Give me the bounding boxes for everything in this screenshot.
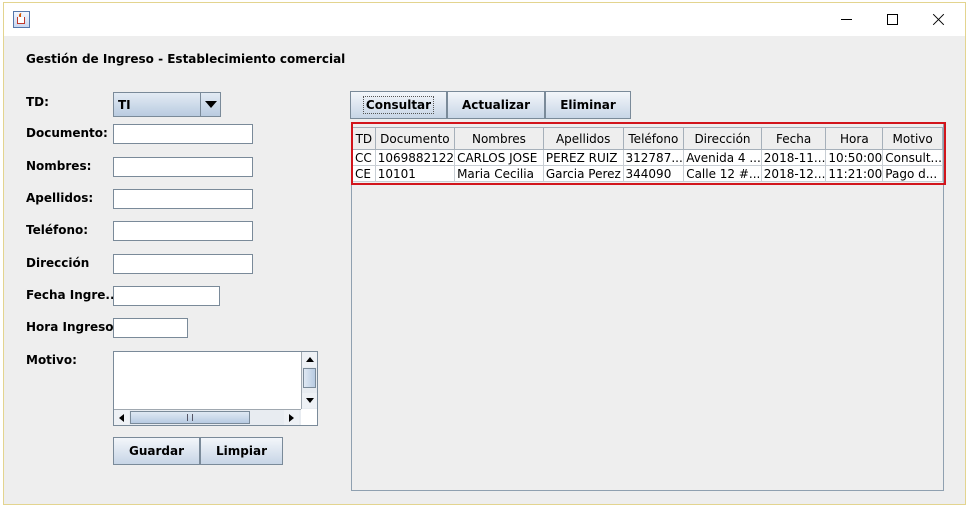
- td-dropdown-button[interactable]: [200, 93, 220, 116]
- table-row[interactable]: CC 1069882122 CARLOS JOSE PEREZ RUIZ 312…: [352, 149, 943, 166]
- column-header[interactable]: Documento: [374, 127, 456, 150]
- grip-icon: [187, 414, 193, 421]
- table-cell[interactable]: 2018-12...: [760, 165, 827, 182]
- table-cell[interactable]: Calle 12 #...: [683, 165, 762, 182]
- consultar-button-label: Consultar: [362, 96, 435, 114]
- maximize-icon: [886, 14, 898, 25]
- nombres-label: Nombres:: [26, 159, 92, 173]
- table-cell[interactable]: PEREZ RUIZ: [542, 149, 624, 166]
- guardar-button[interactable]: Guardar: [113, 437, 200, 465]
- table-cell[interactable]: CE: [352, 165, 376, 182]
- motivo-vertical-scrollbar[interactable]: [301, 352, 317, 409]
- apellidos-label: Apellidos:: [26, 191, 94, 205]
- consultar-button[interactable]: Consultar: [350, 91, 447, 119]
- table-row[interactable]: CE 10101 Maria Cecilia Garcia Perez 3440…: [352, 165, 943, 182]
- java-app-icon: [13, 11, 30, 28]
- motivo-textarea[interactable]: [113, 351, 318, 426]
- chevron-down-icon: [204, 101, 217, 108]
- arrow-right-icon: [289, 413, 294, 422]
- column-header[interactable]: Apellidos: [542, 127, 624, 150]
- td-label: TD:: [26, 95, 49, 109]
- table-cell[interactable]: 11:21:00: [825, 165, 884, 182]
- scroll-up-button[interactable]: [302, 352, 317, 367]
- minimize-icon: [840, 19, 852, 20]
- hora-ingreso-field[interactable]: [113, 318, 188, 338]
- limpiar-button[interactable]: Limpiar: [200, 437, 283, 465]
- table-cell[interactable]: Maria Cecilia: [454, 165, 544, 182]
- records-table[interactable]: TD Documento Nombres Apellidos Teléfono …: [352, 127, 943, 182]
- arrow-left-icon: [119, 413, 124, 422]
- app-window: Gestión de Ingreso - Establecimiento com…: [3, 2, 966, 505]
- table-cell[interactable]: Avenida 4 ...: [683, 149, 762, 166]
- actualizar-button-label: Actualizar: [461, 98, 530, 112]
- horizontal-scroll-thumb[interactable]: [130, 411, 250, 424]
- table-cell[interactable]: 344090: [622, 165, 685, 182]
- scroll-left-button[interactable]: [114, 410, 129, 425]
- direccion-label: Dirección: [26, 256, 90, 270]
- table-cell[interactable]: CARLOS JOSE: [454, 149, 544, 166]
- records-scroll-pane[interactable]: TD Documento Nombres Apellidos Teléfono …: [351, 122, 944, 491]
- table-cell[interactable]: Consult...: [882, 149, 943, 166]
- td-selected-value: TI: [118, 98, 131, 112]
- fecha-ingreso-label: Fecha Ingre...: [26, 288, 120, 302]
- column-header[interactable]: Motivo: [882, 127, 943, 150]
- table-cell[interactable]: 1069882122: [374, 149, 456, 166]
- vertical-scroll-thumb[interactable]: [303, 368, 316, 388]
- motivo-horizontal-scrollbar[interactable]: [114, 409, 301, 425]
- close-icon: [932, 13, 945, 26]
- arrow-down-icon: [305, 398, 314, 403]
- table-cell[interactable]: CC: [352, 149, 376, 166]
- column-header[interactable]: Nombres: [454, 127, 544, 150]
- column-header[interactable]: Dirección: [683, 127, 762, 150]
- guardar-button-label: Guardar: [128, 444, 184, 458]
- table-cell[interactable]: 10101: [374, 165, 456, 182]
- scroll-down-button[interactable]: [302, 393, 317, 408]
- hora-ingreso-label: Hora Ingreso:: [26, 320, 119, 334]
- table-cell[interactable]: 312787...: [622, 149, 685, 166]
- column-header[interactable]: TD: [352, 127, 376, 150]
- table-cell[interactable]: Pago d...: [882, 165, 943, 182]
- column-header[interactable]: Hora: [825, 127, 884, 150]
- table-cell[interactable]: 10:50:00: [825, 149, 884, 166]
- fecha-ingreso-field[interactable]: [113, 286, 220, 306]
- minimize-button[interactable]: [823, 3, 869, 36]
- table-header-row: TD Documento Nombres Apellidos Teléfono …: [352, 127, 943, 150]
- eliminar-button[interactable]: Eliminar: [545, 91, 631, 119]
- scroll-right-button[interactable]: [284, 410, 299, 425]
- column-header[interactable]: Teléfono: [622, 127, 685, 150]
- nombres-field[interactable]: [113, 157, 253, 177]
- documento-field[interactable]: [113, 124, 253, 144]
- direccion-field[interactable]: [113, 254, 253, 274]
- documento-label: Documento:: [26, 126, 108, 140]
- eliminar-button-label: Eliminar: [560, 98, 616, 112]
- title-bar: [4, 3, 965, 36]
- table-cell[interactable]: Garcia Perez: [542, 165, 624, 182]
- limpiar-button-label: Limpiar: [216, 444, 267, 458]
- maximize-button[interactable]: [869, 3, 915, 36]
- column-header[interactable]: Fecha: [760, 127, 827, 150]
- table-cell[interactable]: 2018-11...: [760, 149, 827, 166]
- telefono-field[interactable]: [113, 221, 253, 241]
- form-title: Gestión de Ingreso - Establecimiento com…: [26, 52, 346, 66]
- close-button[interactable]: [915, 3, 961, 36]
- apellidos-field[interactable]: [113, 189, 253, 209]
- arrow-up-icon: [305, 357, 314, 362]
- telefono-label: Teléfono:: [26, 223, 89, 237]
- actualizar-button[interactable]: Actualizar: [447, 91, 545, 119]
- motivo-label: Motivo:: [26, 353, 77, 367]
- td-combobox[interactable]: TI: [113, 92, 221, 117]
